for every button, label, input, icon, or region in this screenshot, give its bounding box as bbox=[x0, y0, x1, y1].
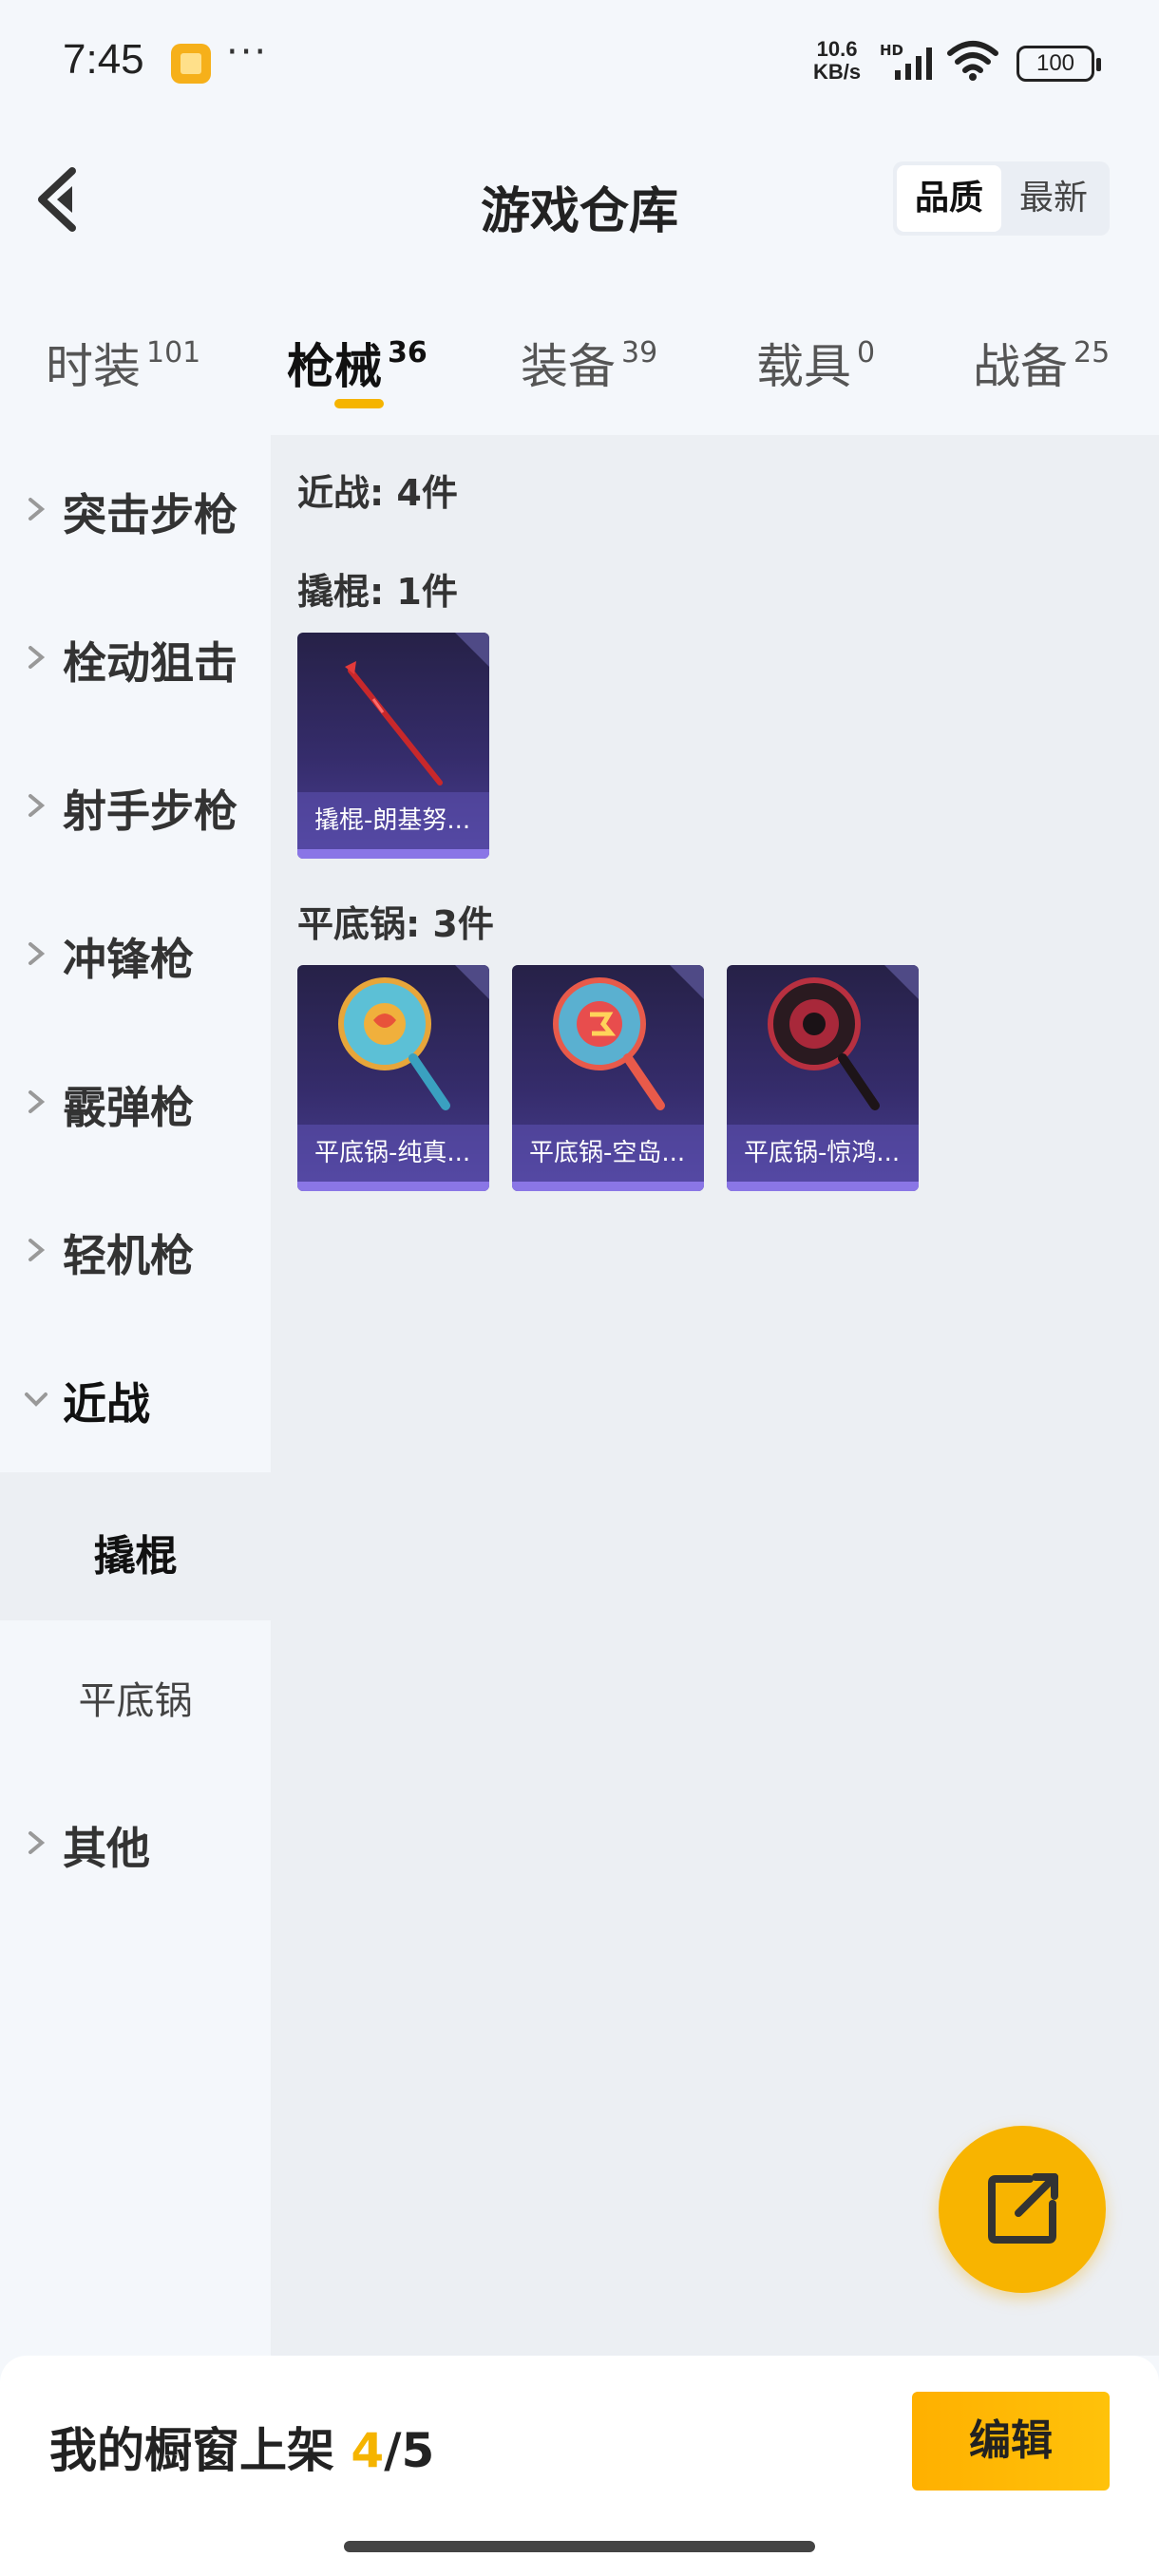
tab-label: 时装 bbox=[46, 339, 141, 394]
chevron-right-icon bbox=[28, 1239, 46, 1261]
sidebar-item-marksman-rifle[interactable]: 射手步枪 bbox=[0, 731, 271, 880]
showcase-label: 我的橱窗上架 bbox=[49, 2423, 334, 2478]
tab-count: 25 bbox=[1074, 336, 1111, 369]
item-card-name: 平底锅-惊鸿... bbox=[727, 1125, 919, 1182]
tab-vehicles[interactable]: 载具 0 bbox=[756, 329, 875, 397]
item-content-area: 近战: 4件 撬棍: 1件 撬棍-朗基努... 平底锅: 3件 平底锅-纯真..… bbox=[271, 435, 1159, 2356]
battery-indicator: 100 bbox=[1016, 46, 1101, 82]
sidebar-item-label: 轻机枪 bbox=[63, 1230, 194, 1281]
sidebar-item-smg[interactable]: 冲锋枪 bbox=[0, 880, 271, 1028]
edit-button[interactable]: 编辑 bbox=[912, 2392, 1110, 2491]
sidebar-item-label: 近战 bbox=[63, 1378, 150, 1430]
tab-guns[interactable]: 枪械 36 bbox=[287, 329, 428, 397]
share-fab-button[interactable] bbox=[939, 2126, 1106, 2293]
item-card-crowbar[interactable]: 撬棍-朗基努... bbox=[297, 633, 489, 859]
network-speed: 10.6 KB/s bbox=[813, 38, 861, 84]
pan-group-label: 平底锅: 3件 bbox=[297, 903, 494, 945]
tab-fashion[interactable]: 时装 101 bbox=[46, 329, 200, 397]
item-card-pan-1[interactable]: 平底锅-纯真... bbox=[297, 965, 489, 1191]
tab-label: 枪械 bbox=[287, 339, 382, 394]
sidebar-item-lmg[interactable]: 轻机枪 bbox=[0, 1176, 271, 1324]
page-header: 游戏仓库 品质 最新 bbox=[0, 142, 1159, 256]
melee-summary: 近战: 4件 bbox=[297, 472, 458, 514]
network-speed-unit: KB/s bbox=[813, 60, 862, 84]
sidebar-item-label: 冲锋枪 bbox=[63, 934, 194, 985]
sidebar-subitem-pan[interactable]: 平底锅 bbox=[0, 1620, 271, 1769]
rarity-bar bbox=[727, 1182, 919, 1191]
rarity-bar bbox=[297, 849, 489, 859]
pan-image bbox=[553, 977, 665, 1110]
crowbar-group-label: 撬棍: 1件 bbox=[297, 571, 458, 613]
sidebar-item-label: 霰弹枪 bbox=[63, 1082, 194, 1133]
pan-image bbox=[768, 977, 880, 1110]
sidebar-item-label: 射手步枪 bbox=[63, 786, 238, 837]
sort-quality-button[interactable]: 品质 bbox=[897, 165, 1001, 232]
chevron-right-icon bbox=[28, 942, 46, 965]
active-tab-indicator bbox=[334, 399, 384, 408]
item-card-name: 撬棍-朗基努... bbox=[297, 792, 489, 849]
pan-image bbox=[338, 977, 450, 1110]
sidebar-subitem-label: 平底锅 bbox=[78, 1679, 193, 1723]
sidebar-item-shotgun[interactable]: 霰弹枪 bbox=[0, 1028, 271, 1176]
more-notifications-icon: ··· bbox=[226, 30, 269, 74]
network-speed-value: 10.6 bbox=[816, 37, 858, 61]
tab-label: 载具 bbox=[756, 339, 851, 394]
item-card-name: 平底锅-空岛... bbox=[512, 1125, 704, 1182]
tab-count: 101 bbox=[146, 336, 201, 369]
sidebar-item-melee[interactable]: 近战 bbox=[0, 1324, 271, 1472]
home-indicator[interactable] bbox=[344, 2541, 815, 2552]
rarity-bar bbox=[512, 1182, 704, 1191]
bottom-bar: 我的橱窗上架 4/5 编辑 bbox=[0, 2356, 1159, 2576]
tab-count: 0 bbox=[857, 336, 876, 369]
category-tabs: 时装 101 枪械 36 装备 39 载具 0 战备 25 bbox=[0, 313, 1159, 427]
sidebar-item-label: 突击步枪 bbox=[63, 489, 238, 540]
share-external-icon bbox=[988, 2173, 1058, 2244]
sidebar-item-label: 其他 bbox=[63, 1823, 150, 1874]
tab-count: 36 bbox=[388, 336, 428, 369]
showcase-status: 我的橱窗上架 4/5 bbox=[49, 2413, 434, 2481]
chevron-right-icon bbox=[28, 1831, 46, 1854]
item-card-pan-2[interactable]: 平底锅-空岛... bbox=[512, 965, 704, 1191]
item-card-name: 平底锅-纯真... bbox=[297, 1125, 489, 1182]
crowbar-image bbox=[345, 661, 443, 786]
showcase-current: 4 bbox=[351, 2423, 385, 2478]
sort-latest-button[interactable]: 最新 bbox=[1001, 165, 1106, 232]
tab-count: 39 bbox=[621, 336, 658, 369]
rarity-bar bbox=[297, 1182, 489, 1191]
showcase-total: 5 bbox=[401, 2423, 435, 2478]
wifi-icon bbox=[947, 41, 998, 81]
status-bar: 7:45 ··· 10.6 KB/s HD 100 bbox=[0, 0, 1159, 123]
tab-label: 装备 bbox=[521, 339, 616, 394]
chevron-down-icon bbox=[25, 1392, 48, 1407]
showcase-separator: / bbox=[384, 2423, 402, 2478]
item-card-pan-3[interactable]: 平底锅-惊鸿... bbox=[727, 965, 919, 1191]
weapon-type-sidebar: 突击步枪 栓动狙击 射手步枪 冲锋枪 霰弹枪 轻机枪 近战 撬棍 平底锅 其他 bbox=[0, 435, 271, 2356]
chevron-right-icon bbox=[28, 498, 46, 521]
sidebar-item-assault-rifle[interactable]: 突击步枪 bbox=[0, 435, 271, 583]
chevron-right-icon bbox=[28, 1090, 46, 1113]
sidebar-item-label: 栓动狙击 bbox=[63, 637, 238, 689]
sidebar-item-other[interactable]: 其他 bbox=[0, 1769, 271, 1917]
app-notification-icon bbox=[171, 44, 211, 84]
sidebar-subitem-label: 撬棍 bbox=[93, 1532, 178, 1581]
tab-label: 战备 bbox=[973, 339, 1068, 394]
sidebar-item-bolt-sniper[interactable]: 栓动狙击 bbox=[0, 583, 271, 731]
signal-icon bbox=[895, 47, 932, 80]
sidebar-subitem-crowbar[interactable]: 撬棍 bbox=[0, 1472, 271, 1620]
chevron-right-icon bbox=[28, 794, 46, 817]
tab-equipment[interactable]: 装备 39 bbox=[521, 329, 657, 397]
status-time: 7:45 bbox=[63, 36, 144, 83]
tab-supplies[interactable]: 战备 25 bbox=[973, 329, 1110, 397]
chevron-right-icon bbox=[28, 646, 46, 669]
sort-toggle: 品质 最新 bbox=[893, 161, 1110, 236]
